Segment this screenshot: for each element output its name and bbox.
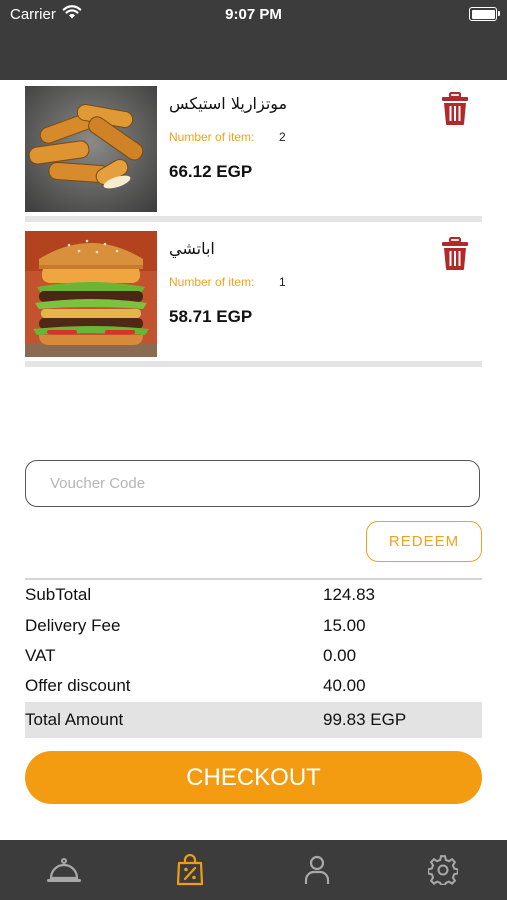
cloche-icon bbox=[47, 858, 81, 882]
battery-icon bbox=[469, 7, 500, 21]
summary-row-vat: VAT 0.00 bbox=[25, 641, 482, 671]
summary-value: 40.00 bbox=[323, 676, 366, 695]
tab-profile[interactable] bbox=[287, 840, 347, 900]
item-quantity: 1 bbox=[279, 275, 286, 289]
item-price: 58.71 EGP bbox=[169, 307, 253, 326]
status-bar: Carrier 9:07 PM bbox=[0, 0, 507, 80]
item-price: 66.12 EGP bbox=[169, 162, 253, 181]
tab-menu[interactable] bbox=[34, 840, 94, 900]
item-quantity-label: Number of item: bbox=[169, 275, 255, 289]
voucher-code-input[interactable] bbox=[25, 460, 480, 507]
checkout-button[interactable]: CHECKOUT bbox=[25, 751, 482, 804]
trash-icon[interactable] bbox=[441, 92, 469, 126]
summary-label: Delivery Fee bbox=[25, 616, 121, 635]
gear-icon bbox=[428, 855, 458, 885]
summary-value: 124.83 bbox=[323, 585, 375, 604]
summary-value: 15.00 bbox=[323, 616, 366, 635]
summary-label: SubTotal bbox=[25, 585, 92, 604]
status-time: 9:07 PM bbox=[225, 6, 282, 23]
tab-settings[interactable] bbox=[413, 840, 473, 900]
summary-row-offer-discount: Offer discount 40.00 bbox=[25, 671, 482, 701]
total-label: Total Amount bbox=[25, 710, 124, 729]
tab-bar bbox=[0, 840, 507, 900]
burger-image bbox=[25, 231, 157, 357]
mozzarella-sticks-image bbox=[25, 86, 157, 212]
item-name: اباتشي bbox=[169, 239, 215, 258]
tab-cart[interactable] bbox=[160, 840, 220, 900]
redeem-button[interactable]: REDEEM bbox=[366, 521, 482, 562]
total-value: 99.83 EGP bbox=[323, 710, 407, 729]
summary-row-delivery-fee: Delivery Fee 15.00 bbox=[25, 611, 482, 641]
summary-value: 0.00 bbox=[323, 646, 357, 665]
shopping-bag-discount-icon bbox=[176, 854, 204, 886]
summary-row-subtotal: SubTotal 124.83 bbox=[25, 580, 482, 610]
user-icon bbox=[304, 855, 330, 884]
cart-item: اباتشي Number of item: 1 58.71 EGP bbox=[25, 225, 482, 367]
item-name: موتزاريلا استيكس bbox=[169, 94, 288, 113]
cart-item: موتزاريلا استيكس Number of item: 2 66.12… bbox=[25, 80, 482, 222]
item-quantity-label: Number of item: bbox=[169, 130, 255, 144]
item-quantity: 2 bbox=[279, 130, 286, 144]
summary-row-total: Total Amount 99.83 EGP bbox=[25, 702, 482, 738]
summary-label: VAT bbox=[25, 646, 56, 665]
trash-icon[interactable] bbox=[441, 237, 469, 271]
summary-label: Offer discount bbox=[25, 676, 131, 695]
